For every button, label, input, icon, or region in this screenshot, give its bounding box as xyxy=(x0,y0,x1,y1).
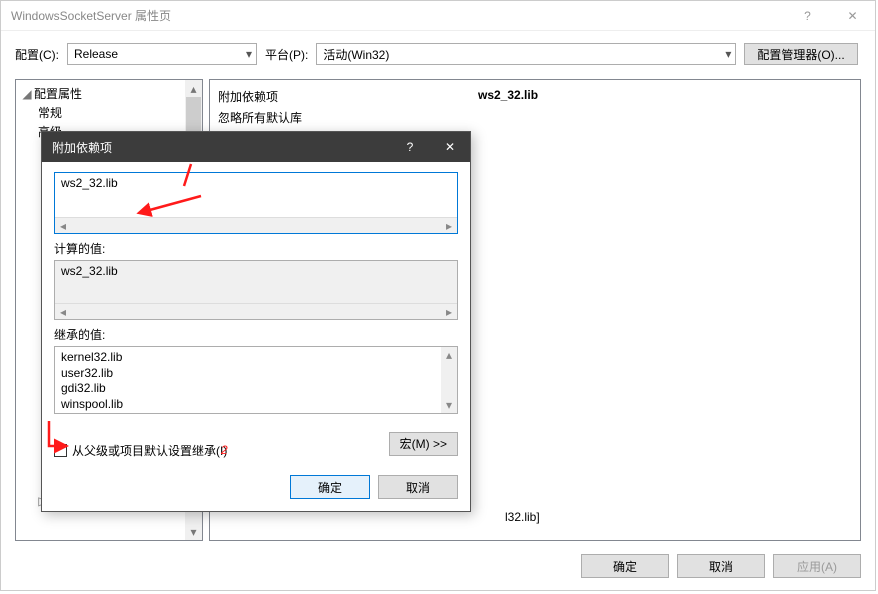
tree-item-general[interactable]: 常规 xyxy=(16,103,202,122)
chevron-down-icon: ▾ xyxy=(246,47,252,61)
inherited-values: kernel32.lib user32.lib gdi32.lib winspo… xyxy=(55,347,457,415)
deps-textarea[interactable]: ws2_32.lib ◂ ▸ xyxy=(54,172,458,234)
computed-box: ws2_32.lib ◂ ▸ xyxy=(54,260,458,320)
scroll-left-icon[interactable]: ◂ xyxy=(55,218,71,233)
prop-label: 附加依赖项 xyxy=(218,88,478,105)
prop-label: 忽略所有默认库 xyxy=(218,109,478,126)
inherit-checkbox-label: 从父级或项目默认设置继承(I) xyxy=(72,442,227,459)
chevron-down-icon: ▾ xyxy=(725,47,731,61)
property-page-window: WindowsSocketServer 属性页 ? ✕ 配置(C): Relea… xyxy=(0,0,876,591)
dialog-title: 附加依赖项 xyxy=(52,139,390,156)
vscrollbar[interactable]: ▴ ▾ xyxy=(441,347,457,413)
prop-value[interactable]: ws2_32.lib xyxy=(478,88,538,105)
titlebar: WindowsSocketServer 属性页 ? ✕ xyxy=(1,1,875,31)
dialog-cancel-button[interactable]: 取消 xyxy=(378,475,458,499)
property-row: 附加依赖项 ws2_32.lib xyxy=(218,86,852,107)
close-icon[interactable]: ✕ xyxy=(830,1,875,31)
config-combo[interactable]: Release ▾ xyxy=(67,43,257,65)
dialog-titlebar: 附加依赖项 ? ✕ xyxy=(42,132,470,162)
window-title: WindowsSocketServer 属性页 xyxy=(11,7,785,24)
platform-combo[interactable]: 活动(Win32) ▾ xyxy=(316,43,736,65)
tree-root[interactable]: 配置属性 xyxy=(34,85,82,102)
scroll-down-icon[interactable]: ▾ xyxy=(441,397,457,413)
config-manager-button[interactable]: 配置管理器(O)... xyxy=(744,43,857,65)
computed-label: 计算的值: xyxy=(54,240,458,257)
additional-deps-dialog: 附加依赖项 ? ✕ ws2_32.lib ◂ ▸ 计算的值: ws2_32.li… xyxy=(41,131,471,512)
tree-collapse-icon[interactable]: ◢ xyxy=(22,87,32,101)
help-icon[interactable]: ? xyxy=(785,1,830,31)
scroll-down-icon[interactable]: ▾ xyxy=(185,523,202,540)
cancel-button[interactable]: 取消 xyxy=(677,554,765,578)
apply-button: 应用(A) xyxy=(773,554,861,578)
config-value: Release xyxy=(74,47,118,61)
deps-textarea-value: ws2_32.lib xyxy=(55,173,457,193)
scroll-up-icon[interactable]: ▴ xyxy=(185,80,202,97)
ok-button[interactable]: 确定 xyxy=(581,554,669,578)
inherited-hint: l32.lib] xyxy=(505,510,540,524)
computed-value: ws2_32.lib xyxy=(55,261,457,281)
scroll-up-icon[interactable]: ▴ xyxy=(441,347,457,363)
property-row: 忽略所有默认库 xyxy=(218,107,852,128)
dialog-close-icon[interactable]: ✕ xyxy=(430,140,470,154)
scroll-right-icon[interactable]: ▸ xyxy=(441,218,457,233)
scroll-right-icon[interactable]: ▸ xyxy=(441,304,457,319)
macro-button[interactable]: 宏(M) >> xyxy=(389,432,458,456)
inherited-label: 继承的值: xyxy=(54,326,458,343)
hscrollbar[interactable]: ◂ ▸ xyxy=(55,303,457,319)
inherit-checkbox[interactable] xyxy=(54,444,67,457)
scroll-left-icon[interactable]: ◂ xyxy=(55,304,71,319)
dialog-ok-button[interactable]: 确定 xyxy=(290,475,370,499)
hscrollbar[interactable]: ◂ ▸ xyxy=(55,217,457,233)
dialog-help-icon[interactable]: ? xyxy=(390,140,430,154)
platform-label: 平台(P): xyxy=(265,46,308,63)
config-label: 配置(C): xyxy=(15,46,59,63)
inherited-box: kernel32.lib user32.lib gdi32.lib winspo… xyxy=(54,346,458,414)
platform-value: 活动(Win32) xyxy=(323,46,389,63)
